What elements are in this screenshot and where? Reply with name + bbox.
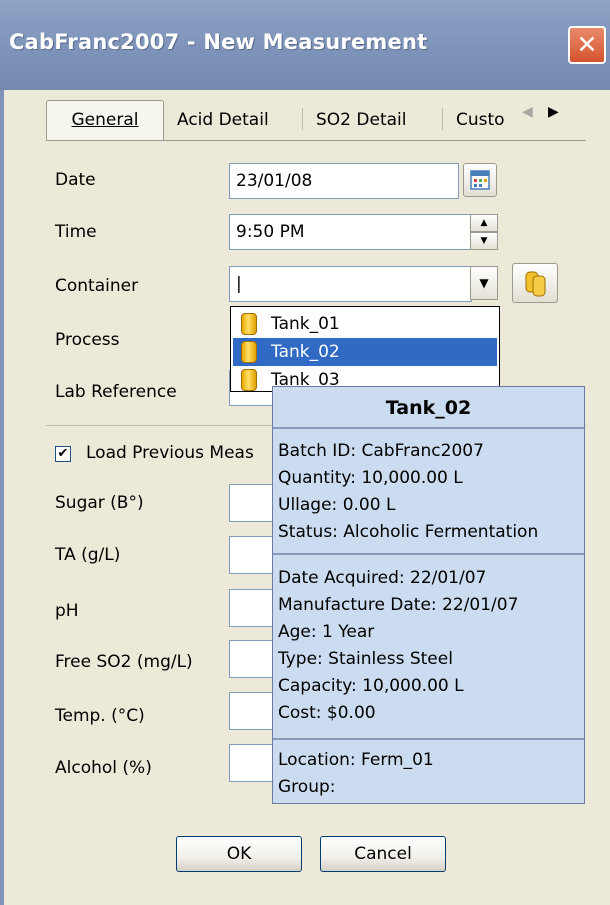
dropdown-item-tank-01[interactable]: Tank_01 xyxy=(233,310,497,338)
date-label: Date xyxy=(55,170,96,190)
ph-field[interactable] xyxy=(229,589,274,627)
containers-icon xyxy=(525,271,546,297)
close-icon: ✕ xyxy=(576,30,598,59)
dropdown-item-label: Tank_02 xyxy=(271,342,340,362)
checkmark-icon: ✔ xyxy=(57,446,69,461)
tab-separator xyxy=(442,108,443,130)
tab-general[interactable]: General xyxy=(46,100,164,141)
tab-scroll-right-icon[interactable]: ▶ xyxy=(548,104,559,120)
container-dropdown-list: Tank_01 Tank_02 Tank_03 xyxy=(230,306,500,392)
sugar-field[interactable] xyxy=(229,484,274,522)
tooltip-separator xyxy=(273,553,584,555)
container-label: Container xyxy=(55,276,139,296)
arrow-up-icon: ▲ xyxy=(480,218,488,228)
temp-label: Temp. (°C) xyxy=(55,706,145,726)
tab-custom-label: Custo xyxy=(456,110,505,130)
load-previous-checkbox[interactable]: ✔ xyxy=(55,446,71,462)
arrow-down-icon: ▼ xyxy=(480,236,488,246)
tab-baseline xyxy=(46,140,586,141)
tab-general-label: General xyxy=(71,110,139,130)
tooltip-status: Status: Alcoholic Fermentation xyxy=(278,522,539,542)
tooltip-date-acquired: Date Acquired: 22/01/07 xyxy=(278,568,487,588)
dropdown-item-label: Tank_01 xyxy=(271,314,340,334)
tooltip-capacity: Capacity: 10,000.00 L xyxy=(278,676,464,696)
window-title: CabFranc2007 - New Measurement xyxy=(9,30,428,54)
tooltip-ullage: Ullage: 0.00 L xyxy=(278,495,396,515)
tab-custom[interactable]: Custo xyxy=(456,103,514,137)
tooltip-cost: Cost: $0.00 xyxy=(278,703,376,723)
tooltip-separator xyxy=(273,738,584,740)
tooltip-quantity: Quantity: 10,000.00 L xyxy=(278,468,463,488)
container-dropdown-button[interactable]: ▼ xyxy=(470,266,498,300)
window-frame-left xyxy=(0,90,4,905)
tooltip-title: Tank_02 xyxy=(273,387,584,429)
alcohol-label: Alcohol (%) xyxy=(55,758,152,778)
tab-separator xyxy=(302,108,303,130)
container-combo-input[interactable]: | xyxy=(229,266,472,302)
tooltip-group: Group: xyxy=(278,777,336,797)
free-so2-label: Free SO2 (mg/L) xyxy=(55,652,193,672)
time-spin-down[interactable]: ▼ xyxy=(470,232,498,250)
tab-acid-detail-label: Acid Detail xyxy=(177,110,269,130)
ta-label: TA (g/L) xyxy=(55,545,121,565)
time-field[interactable]: 9:50 PM xyxy=(229,214,472,250)
tank-icon xyxy=(241,341,257,363)
ok-button[interactable]: OK xyxy=(176,836,302,872)
time-spin-up[interactable]: ▲ xyxy=(470,214,498,232)
tooltip-age: Age: 1 Year xyxy=(278,622,375,642)
tooltip-manufacture-date: Manufacture Date: 22/01/07 xyxy=(278,595,519,615)
process-label: Process xyxy=(55,330,120,350)
tab-so2-detail[interactable]: SO2 Detail xyxy=(316,103,406,137)
dropdown-item-tank-02[interactable]: Tank_02 xyxy=(233,338,497,366)
title-bar: CabFranc2007 - New Measurement ✕ xyxy=(0,0,610,90)
tab-so2-detail-label: SO2 Detail xyxy=(316,110,407,130)
close-button[interactable]: ✕ xyxy=(568,26,606,64)
alcohol-field[interactable] xyxy=(229,744,274,782)
load-previous-label: Load Previous Meas xyxy=(86,443,254,463)
tank-icon xyxy=(241,369,257,391)
lab-reference-label: Lab Reference xyxy=(55,382,177,402)
calendar-icon xyxy=(470,170,490,190)
tooltip-batch-id: Batch ID: CabFranc2007 xyxy=(278,441,484,461)
tab-acid-detail[interactable]: Acid Detail xyxy=(177,103,269,137)
temp-field[interactable] xyxy=(229,692,274,730)
cancel-button[interactable]: Cancel xyxy=(320,836,446,872)
free-so2-field[interactable] xyxy=(229,640,274,678)
date-picker-button[interactable] xyxy=(463,163,497,197)
tab-scroll-left-icon[interactable]: ◀ xyxy=(522,104,533,120)
ph-label: pH xyxy=(55,601,79,621)
chevron-down-icon: ▼ xyxy=(479,276,489,290)
ta-field[interactable] xyxy=(229,536,274,574)
tooltip-type: Type: Stainless Steel xyxy=(278,649,453,669)
container-info-tooltip: Tank_02 Batch ID: CabFranc2007 Quantity:… xyxy=(272,386,585,804)
tank-icon xyxy=(241,313,257,335)
tab-strip: General Acid Detail SO2 Detail Custo xyxy=(46,100,586,141)
sugar-label: Sugar (B°) xyxy=(55,493,144,513)
container-lookup-button[interactable] xyxy=(512,263,558,303)
tooltip-location: Location: Ferm_01 xyxy=(278,750,434,770)
time-label: Time xyxy=(55,222,97,242)
date-field[interactable]: 23/01/08 xyxy=(229,163,459,199)
